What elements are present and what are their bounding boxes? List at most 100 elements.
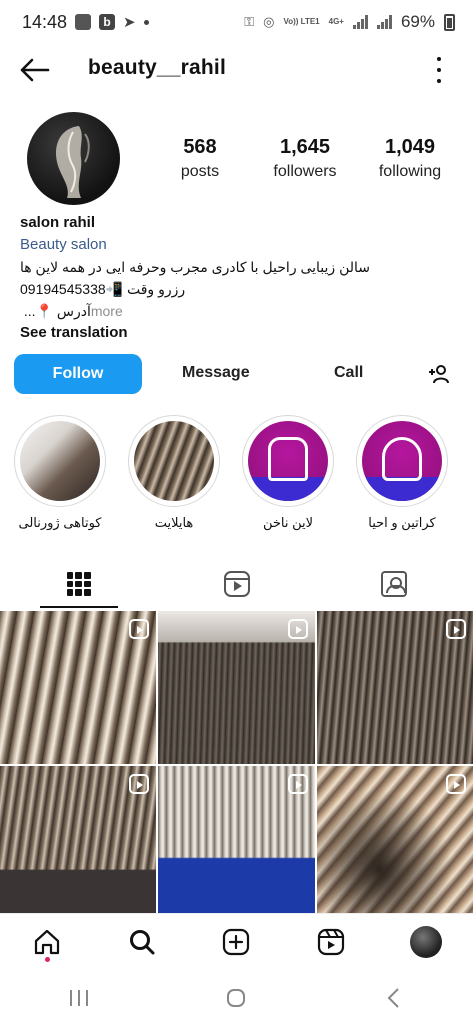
signal-icon — [352, 15, 368, 29]
highlight-label: کوتاهی ژورنالی — [18, 515, 102, 530]
highlight-ring — [242, 415, 334, 507]
profile-name: salon rahil — [20, 214, 96, 231]
bio-line-description: سالن زیبایی راحیل با کادری مجرب وحرفه ای… — [20, 259, 370, 275]
back-button[interactable] — [370, 978, 418, 1018]
more-notifications-icon — [143, 19, 149, 25]
tab-tagged[interactable] — [315, 560, 473, 608]
gallery-notification-icon — [75, 14, 92, 30]
profile-tabs — [0, 560, 473, 608]
reel-badge-icon — [129, 774, 149, 794]
message-button[interactable]: Message — [182, 364, 250, 382]
post-thumbnail[interactable] — [158, 766, 315, 913]
highlight-item[interactable]: کراتین و احیا — [356, 415, 448, 531]
home-button[interactable] — [212, 978, 260, 1018]
profile-actions: Follow Message Call — [14, 354, 460, 394]
post-thumbnail[interactable] — [317, 611, 473, 764]
follow-button[interactable]: Follow — [14, 354, 142, 394]
status-time: 14:48 — [22, 11, 68, 32]
post-thumbnail[interactable] — [158, 611, 315, 764]
reels-icon — [317, 928, 345, 955]
highlight-label: هایلایت — [154, 515, 194, 530]
recent-apps-button[interactable] — [55, 978, 103, 1018]
grid-icon — [66, 572, 91, 596]
battery-icon — [444, 13, 455, 31]
telegram-icon: ➤ — [123, 14, 136, 31]
following-count: 1,049 — [384, 136, 436, 158]
highlight-item[interactable]: لاین ناخن — [242, 415, 334, 531]
highlight-item[interactable]: هایلایت — [128, 415, 220, 531]
reel-badge-icon — [446, 619, 466, 639]
more-options-icon[interactable] — [435, 57, 443, 83]
nav-profile[interactable] — [402, 918, 450, 966]
followers-count: 1,645 — [279, 136, 331, 158]
following-stat[interactable]: 1,049 following — [360, 136, 460, 181]
page-title: beauty__rahil — [88, 56, 226, 79]
posts-count: 568 — [183, 136, 217, 158]
add-user-icon[interactable] — [428, 363, 450, 385]
salon-logo-icon — [55, 126, 90, 198]
highlight-ring — [14, 415, 106, 507]
nav-reels[interactable] — [307, 918, 355, 966]
tab-reels[interactable] — [158, 560, 316, 608]
reels-icon — [223, 571, 250, 597]
signal-icon-2 — [376, 15, 392, 29]
search-icon — [129, 929, 155, 954]
back-arrow-icon[interactable] — [18, 56, 50, 84]
post-thumbnail[interactable] — [0, 611, 156, 764]
profile-category[interactable]: Beauty salon — [20, 234, 460, 256]
volte-icon: Vo)) LTE1 — [283, 17, 320, 26]
system-navigation — [0, 972, 473, 1024]
notification-dot — [45, 956, 51, 962]
reel-badge-icon — [446, 774, 466, 794]
highlight-ring — [356, 415, 448, 507]
battery-percent: 69% — [400, 12, 435, 31]
profile-header: beauty__rahil — [0, 48, 473, 92]
post-thumbnail[interactable] — [317, 766, 473, 913]
reel-badge-icon — [288, 774, 308, 794]
hotspot-icon: ◎ — [263, 14, 275, 29]
network-type-icon: 4G+ — [328, 17, 344, 26]
highlight-label: کراتین و احیا — [368, 515, 436, 530]
nav-home[interactable] — [23, 918, 71, 966]
b-app-notification-icon: b — [99, 14, 116, 30]
avatar[interactable] — [27, 112, 120, 205]
nav-search[interactable] — [118, 918, 166, 966]
posts-label: posts — [180, 163, 220, 180]
see-translation-link[interactable]: See translation — [20, 322, 460, 344]
call-button[interactable]: Call — [334, 364, 363, 382]
add-post-icon — [223, 928, 250, 955]
bio-address-text: آدرس 📍... — [20, 303, 91, 319]
reel-badge-icon — [288, 619, 308, 639]
highlight-cover-image — [134, 421, 214, 501]
post-thumbnail[interactable] — [0, 766, 156, 913]
nav-create[interactable] — [212, 918, 260, 966]
key-icon: ⚿ — [244, 14, 255, 29]
profile-bio: salon rahil Beauty salon سالن زیبایی راح… — [20, 212, 460, 344]
home-icon — [35, 929, 60, 954]
status-left: 14:48 b ➤ — [22, 12, 149, 33]
status-bar: 14:48 b ➤ ⚿ ◎ Vo)) LTE1 4G+ 69% — [0, 0, 473, 44]
bio-line-address: آدرس 📍... more — [20, 300, 460, 322]
hair-dryer-icon — [362, 421, 442, 501]
reel-badge-icon — [129, 619, 149, 639]
tab-posts-grid[interactable] — [0, 560, 158, 608]
highlight-cover-image — [20, 421, 100, 501]
status-right: ⚿ ◎ Vo)) LTE1 4G+ 69% — [244, 12, 455, 32]
bio-more-link[interactable]: more — [91, 303, 123, 319]
profile-avatar-icon — [409, 925, 442, 958]
highlight-label: لاین ناخن — [262, 515, 314, 530]
followers-stat[interactable]: 1,645 followers — [255, 136, 355, 181]
profile-stats: 568 posts 1,645 followers 1,049 followin… — [150, 136, 460, 181]
tagged-icon — [381, 571, 408, 597]
posts-stat[interactable]: 568 posts — [150, 136, 250, 181]
nail-icon — [248, 421, 328, 501]
bio-line-phone[interactable]: رزرو وقت 📲09194545338 — [20, 278, 460, 300]
story-highlights: کوتاهی ژورنالی هایلایت لاین ناخن کراتین … — [0, 415, 473, 535]
home-circle-icon — [227, 989, 246, 1007]
back-chevron-icon — [387, 988, 399, 1008]
recent-apps-icon — [69, 990, 88, 1006]
posts-grid — [0, 611, 473, 913]
highlight-item[interactable]: کوتاهی ژورنالی — [14, 415, 106, 531]
followers-label: followers — [273, 163, 337, 180]
highlight-ring — [128, 415, 220, 507]
